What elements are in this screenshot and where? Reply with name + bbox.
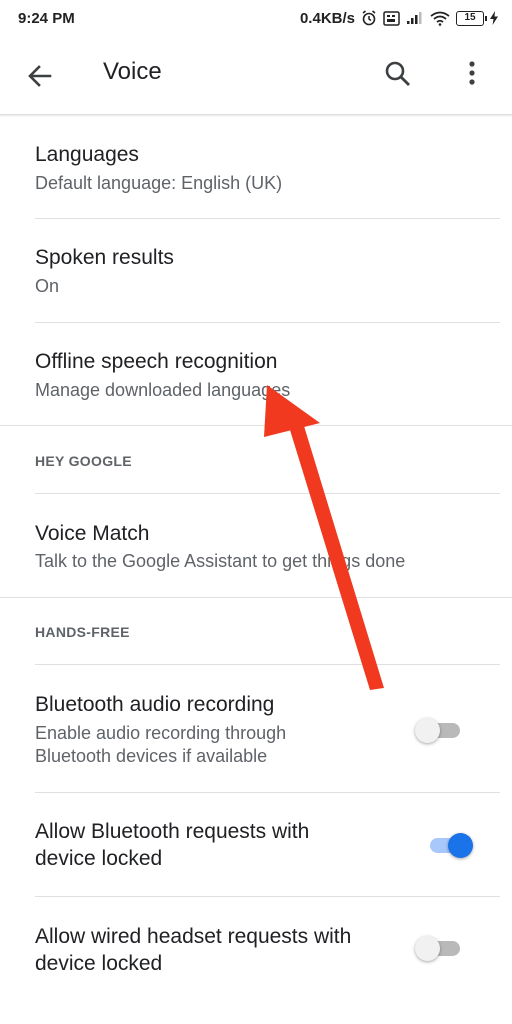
more-vert-icon[interactable] xyxy=(456,58,488,90)
languages-setting[interactable]: Languages Default language: English (UK) xyxy=(0,117,512,219)
bluetooth-audio-subtitle-line2: Bluetooth devices if available xyxy=(35,746,268,766)
bluetooth-audio-title: Bluetooth audio recording xyxy=(35,693,275,716)
bluetooth-requests-title-line2: device locked xyxy=(35,847,163,870)
bluetooth-requests-toggle[interactable] xyxy=(424,830,474,860)
offline-speech-setting[interactable]: Offline speech recognition Manage downlo… xyxy=(0,323,512,425)
toggle-thumb xyxy=(415,936,440,961)
hey-google-header: HEY GOOGLE xyxy=(35,453,132,469)
bluetooth-audio-toggle[interactable] xyxy=(414,715,464,745)
wired-headset-setting[interactable]: Allow wired headset requests with device… xyxy=(0,897,512,1000)
languages-subtitle: Default language: English (UK) xyxy=(35,173,283,193)
search-icon[interactable] xyxy=(382,58,414,90)
charging-icon xyxy=(490,11,498,25)
section-divider xyxy=(0,597,512,598)
offline-speech-subtitle: Manage downloaded languages xyxy=(35,380,291,400)
app-bar: Voice xyxy=(0,36,512,114)
wifi-icon xyxy=(430,11,450,26)
sim-icon xyxy=(383,10,400,26)
wired-headset-title-line2: device locked xyxy=(35,952,163,975)
battery-level: 15 xyxy=(464,11,476,23)
toggle-thumb xyxy=(448,833,473,858)
network-speed: 0.4KB/s xyxy=(299,9,355,27)
offline-speech-title: Offline speech recognition xyxy=(35,350,278,373)
status-bar: 9:24 PM 0.4KB/s 15 xyxy=(0,0,512,36)
bluetooth-audio-subtitle-line1: Enable audio recording through xyxy=(35,723,287,743)
status-time: 9:24 PM xyxy=(18,9,75,27)
bluetooth-requests-title-line1: Allow Bluetooth requests with xyxy=(35,820,310,843)
toggle-thumb xyxy=(415,718,440,743)
bluetooth-requests-setting[interactable]: Allow Bluetooth requests with device loc… xyxy=(0,793,512,896)
bluetooth-audio-setting[interactable]: Bluetooth audio recording Enable audio r… xyxy=(0,665,512,792)
page-title: Voice xyxy=(103,58,162,85)
voice-match-title: Voice Match xyxy=(35,522,150,545)
wired-headset-toggle[interactable] xyxy=(414,933,464,963)
battery-icon: 15 xyxy=(456,10,487,26)
back-arrow-icon[interactable] xyxy=(24,60,56,92)
wired-headset-title-line1: Allow wired headset requests with xyxy=(35,925,352,948)
spoken-results-setting[interactable]: Spoken results On xyxy=(0,219,512,322)
signal-icon xyxy=(407,12,422,24)
section-divider xyxy=(0,425,512,426)
status-icons: 0.4KB/s 15 xyxy=(300,10,498,27)
voice-match-setting[interactable]: Voice Match Talk to the Google Assistant… xyxy=(0,494,512,597)
voice-match-subtitle: Talk to the Google Assistant to get thin… xyxy=(35,551,406,571)
spoken-results-title: Spoken results xyxy=(35,246,174,269)
hands-free-header: HANDS-FREE xyxy=(35,624,130,640)
alarm-icon xyxy=(362,10,376,26)
spoken-results-subtitle: On xyxy=(35,276,60,296)
languages-title: Languages xyxy=(35,143,139,166)
